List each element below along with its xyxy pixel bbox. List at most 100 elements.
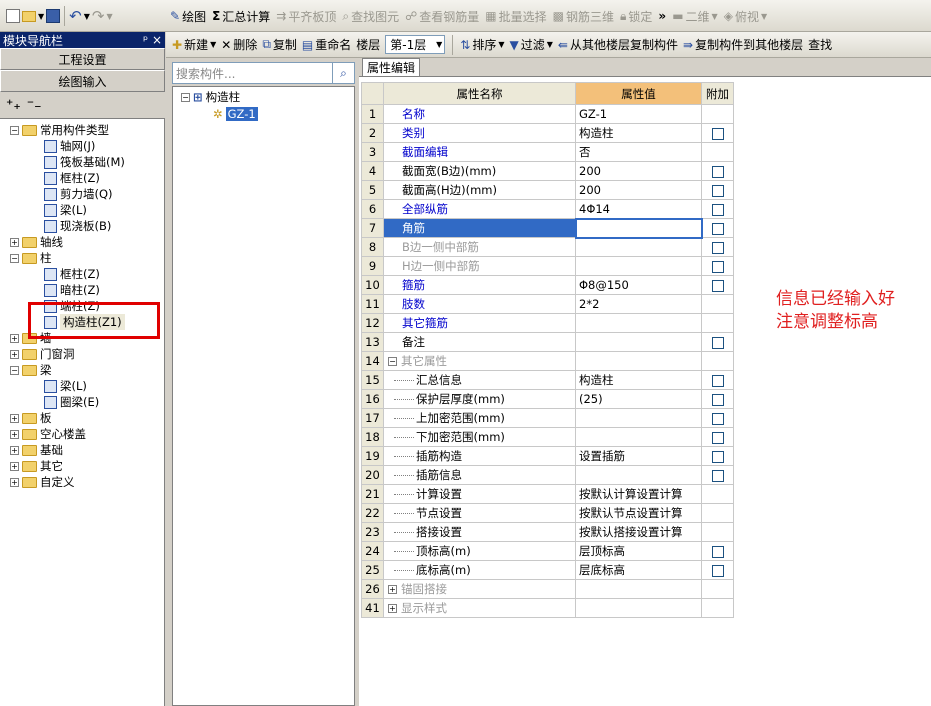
property-value[interactable]: 构造柱 [575, 370, 702, 390]
property-row[interactable]: 5 截面高(H边)(mm) 200 [361, 180, 734, 200]
property-row[interactable]: 9 H边一侧中部筋 [361, 256, 734, 276]
lock-button[interactable]: 🔒︎ 锁定 [620, 8, 652, 25]
collapse-icon[interactable]: − [10, 125, 19, 135]
property-row[interactable]: 16 保护层厚度(mm) (25) [361, 389, 734, 409]
add-checkbox[interactable] [711, 260, 724, 273]
nav-tree-item[interactable]: 框柱(Z) [44, 170, 100, 186]
batch-select-button[interactable]: ▦ 批量选择 [485, 8, 546, 25]
save-icon[interactable] [46, 9, 61, 23]
property-value[interactable]: 200 [575, 161, 702, 181]
add-checkbox[interactable] [711, 165, 724, 178]
property-value[interactable]: Φ8@150 [575, 275, 702, 295]
property-value[interactable]: 按默认计算设置计算 [575, 484, 702, 504]
property-row[interactable]: 14− 其它属性 [361, 351, 734, 371]
sum-calc-button[interactable]: Σ 汇总计算 [212, 8, 270, 25]
view-rebar-button[interactable]: ☍ 查看钢筋量 [405, 8, 479, 25]
property-row[interactable]: 6 全部纵筋 4Φ14 [361, 199, 734, 219]
nav-tree-item[interactable]: + 基础 [10, 442, 63, 458]
add-checkbox[interactable] [711, 279, 724, 292]
new-button[interactable]: ✚ 新建 ▼ [172, 36, 216, 53]
property-row[interactable]: 13 备注 [361, 332, 734, 352]
collapse-all-icon[interactable]: ⁻₋ [27, 97, 42, 113]
copy-button[interactable]: ⧉ 复制 [262, 36, 297, 53]
add-checkbox[interactable] [711, 393, 724, 406]
chevron-down-icon[interactable]: ▼ [38, 12, 44, 21]
property-value[interactable] [575, 256, 702, 276]
property-row[interactable]: 12 其它箍筋 [361, 313, 734, 333]
add-checkbox[interactable] [711, 450, 724, 463]
add-checkbox[interactable] [711, 184, 724, 197]
property-value[interactable] [575, 313, 702, 333]
collapse-icon[interactable]: − [10, 365, 19, 375]
find-button[interactable]: 查找 [808, 36, 832, 53]
flat-top-button[interactable]: ⇉ 平齐板顶 [276, 8, 336, 25]
property-row[interactable]: 3 截面编辑 否 [361, 142, 734, 162]
add-checkbox[interactable] [711, 412, 724, 425]
nav-tree-item[interactable]: − 柱 [10, 250, 52, 266]
add-checkbox[interactable] [711, 374, 724, 387]
view-2d-dropdown[interactable]: ▬ 二维 ▼ [672, 8, 718, 25]
drawing-input-button[interactable]: 绘图输入 [0, 70, 165, 92]
nav-tree-item[interactable]: 现浇板(B) [44, 218, 111, 234]
nav-tree-item[interactable]: + 空心楼盖 [10, 426, 86, 442]
project-settings-button[interactable]: 工程设置 [0, 48, 165, 70]
overflow-chevron-icon[interactable]: » [658, 9, 666, 23]
search-component-input[interactable]: 搜索构件... ⌕ [172, 62, 355, 84]
nav-tree-item[interactable]: + 自定义 [10, 474, 75, 490]
expand-icon[interactable]: + [388, 604, 397, 613]
nav-tree-item[interactable]: 筏板基础(M) [44, 154, 125, 170]
property-value[interactable]: 4Φ14 [575, 199, 702, 219]
property-value[interactable]: 按默认节点设置计算 [575, 503, 702, 523]
copy-from-floor-button[interactable]: ⇚ 从其他楼层复制构件 [558, 36, 678, 53]
expand-icon[interactable]: + [10, 445, 19, 455]
property-row[interactable]: 18 下加密范围(mm) [361, 427, 734, 447]
property-row[interactable]: 2 类别 构造柱 [361, 123, 734, 143]
nav-tree-item[interactable]: 框柱(Z) [44, 266, 100, 282]
nav-tree-item[interactable]: 圈梁(E) [44, 394, 99, 410]
property-value[interactable] [575, 598, 702, 618]
property-row[interactable]: 26 + 锚固搭接 [361, 579, 734, 599]
nav-tree-item[interactable]: 梁(L) [44, 202, 87, 218]
tab-property-edit[interactable]: 属性编辑 [362, 58, 420, 76]
add-checkbox[interactable] [711, 222, 724, 235]
expand-icon[interactable]: + [10, 237, 19, 247]
property-row[interactable]: 4 截面宽(B边)(mm) 200 [361, 161, 734, 181]
property-row[interactable]: 7 角筋 [361, 217, 734, 239]
rebar-3d-button[interactable]: ▩ 钢筋三维 [553, 8, 614, 25]
nav-tree-item[interactable]: 梁(L) [44, 378, 87, 394]
nav-tree-item[interactable]: + 板 [10, 410, 52, 426]
sort-button[interactable]: ⇅ 排序 ▼ [460, 36, 504, 53]
property-row[interactable]: 22 节点设置 按默认节点设置计算 [361, 503, 734, 523]
collapse-icon[interactable]: − [10, 253, 19, 263]
property-value[interactable]: (25) [575, 389, 702, 409]
add-checkbox[interactable] [711, 336, 724, 349]
property-value[interactable]: 构造柱 [575, 123, 702, 143]
expand-icon[interactable]: + [10, 333, 19, 343]
close-icon[interactable]: × [152, 33, 162, 47]
find-element-button[interactable]: ⌕ 查找图元 [342, 8, 399, 25]
property-value[interactable] [575, 332, 702, 352]
draw-button[interactable]: ✎ 绘图 [170, 8, 206, 25]
open-folder-icon[interactable] [22, 10, 36, 22]
search-icon[interactable]: ⌕ [332, 63, 354, 83]
nav-tree-item[interactable]: 剪力墙(Q) [44, 186, 113, 202]
add-checkbox[interactable] [711, 431, 724, 444]
property-value[interactable] [575, 237, 702, 257]
add-checkbox[interactable] [711, 127, 724, 140]
delete-button[interactable]: ✕ 删除 [221, 36, 257, 53]
nav-tree-item[interactable]: + 轴线 [10, 234, 63, 250]
tree-child-item[interactable]: ✲ GZ-1 [213, 106, 258, 122]
property-row[interactable]: 8 B边一侧中部筋 [361, 237, 734, 257]
property-row[interactable]: 24 顶标高(m) 层顶标高 [361, 541, 734, 561]
copy-to-floor-button[interactable]: ⇛ 复制构件到其他楼层 [683, 36, 803, 53]
property-row[interactable]: 19 插筋构造 设置插筋 [361, 446, 734, 466]
floor-select[interactable]: 第-1层 ▼ [385, 35, 446, 54]
add-checkbox[interactable] [711, 469, 724, 482]
property-row[interactable]: 17 上加密范围(mm) [361, 408, 734, 428]
add-checkbox[interactable] [711, 564, 724, 577]
expand-icon[interactable]: + [10, 461, 19, 471]
nav-tree-item[interactable]: + 其它 [10, 458, 63, 474]
plan-view-dropdown[interactable]: ◈ 俯视 ▼ [724, 8, 767, 25]
expand-all-icon[interactable]: ⁺₊ [6, 97, 21, 113]
property-value[interactable] [575, 579, 702, 599]
